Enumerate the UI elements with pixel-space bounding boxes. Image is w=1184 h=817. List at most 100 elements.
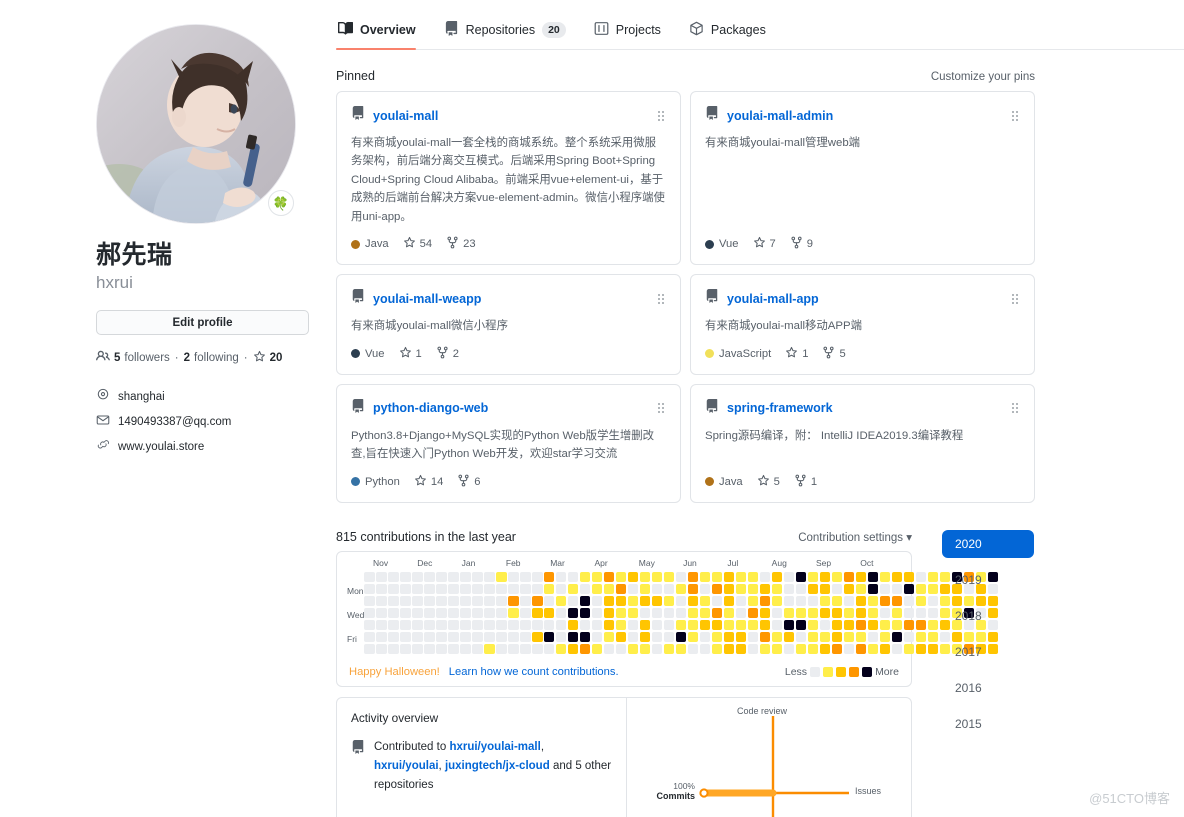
calendar-day-cell[interactable] bbox=[520, 607, 531, 619]
calendar-day-cell[interactable] bbox=[783, 619, 795, 631]
calendar-day-cell[interactable] bbox=[460, 643, 471, 655]
calendar-day-cell[interactable] bbox=[639, 583, 651, 595]
calendar-day-cell[interactable] bbox=[508, 607, 519, 619]
year-option-2016[interactable]: 2016 bbox=[942, 674, 1034, 702]
calendar-day-cell[interactable] bbox=[388, 607, 399, 619]
calendar-day-cell[interactable] bbox=[735, 631, 747, 643]
calendar-day-cell[interactable] bbox=[580, 619, 591, 631]
calendar-day-cell[interactable] bbox=[592, 583, 603, 595]
calendar-day-cell[interactable] bbox=[604, 595, 615, 607]
calendar-day-cell[interactable] bbox=[484, 571, 495, 583]
calendar-day-cell[interactable] bbox=[663, 643, 675, 655]
calendar-day-cell[interactable] bbox=[711, 631, 723, 643]
drag-handle-icon[interactable] bbox=[656, 109, 666, 123]
calendar-day-cell[interactable] bbox=[436, 643, 447, 655]
pinned-card[interactable]: spring-framework Spring源码编译，附： IntelliJ … bbox=[690, 383, 1035, 503]
calendar-day-cell[interactable] bbox=[843, 595, 855, 607]
pinned-card[interactable]: python-diango-web Python3.8+Django+MySQL… bbox=[336, 383, 681, 503]
repo-forks[interactable]: 9 bbox=[790, 236, 813, 252]
calendar-grid[interactable] bbox=[364, 571, 998, 658]
calendar-day-cell[interactable] bbox=[915, 619, 926, 631]
calendar-day-cell[interactable] bbox=[651, 643, 663, 655]
pinned-card[interactable]: youlai-mall 有来商城youlai-mall一套全栈的商城系统。整个系… bbox=[336, 91, 681, 266]
calendar-day-cell[interactable] bbox=[556, 643, 567, 655]
year-option-2015[interactable]: 2015 bbox=[942, 710, 1034, 738]
calendar-day-cell[interactable] bbox=[544, 619, 555, 631]
calendar-day-cell[interactable] bbox=[520, 583, 531, 595]
calendar-day-cell[interactable] bbox=[687, 631, 699, 643]
calendar-day-cell[interactable] bbox=[855, 571, 867, 583]
pinned-repo-name[interactable]: spring-framework bbox=[727, 401, 833, 415]
calendar-day-cell[interactable] bbox=[747, 631, 759, 643]
repo-forks[interactable]: 1 bbox=[794, 474, 817, 490]
calendar-day-cell[interactable] bbox=[412, 619, 423, 631]
calendar-day-cell[interactable] bbox=[604, 631, 615, 643]
calendar-day-cell[interactable] bbox=[520, 619, 531, 631]
calendar-day-cell[interactable] bbox=[927, 643, 938, 655]
calendar-day-cell[interactable] bbox=[627, 643, 639, 655]
calendar-day-cell[interactable] bbox=[927, 631, 938, 643]
calendar-day-cell[interactable] bbox=[735, 571, 747, 583]
calendar-day-cell[interactable] bbox=[460, 571, 471, 583]
calendar-day-cell[interactable] bbox=[400, 595, 411, 607]
calendar-day-cell[interactable] bbox=[903, 643, 915, 655]
tab-projects[interactable]: Projects bbox=[580, 21, 675, 49]
calendar-day-cell[interactable] bbox=[759, 595, 771, 607]
calendar-day-cell[interactable] bbox=[460, 583, 471, 595]
calendar-day-cell[interactable] bbox=[891, 583, 903, 595]
calendar-day-cell[interactable] bbox=[472, 607, 483, 619]
calendar-day-cell[interactable] bbox=[424, 583, 435, 595]
calendar-day-cell[interactable] bbox=[783, 595, 795, 607]
calendar-day-cell[interactable] bbox=[496, 583, 507, 595]
calendar-day-cell[interactable] bbox=[580, 643, 591, 655]
calendar-day-cell[interactable] bbox=[400, 571, 411, 583]
learn-contributions-link[interactable]: Learn how we count contributions. bbox=[449, 666, 619, 678]
calendar-day-cell[interactable] bbox=[783, 607, 795, 619]
activity-repo-link[interactable]: hxrui/youlai-mall bbox=[449, 741, 540, 753]
calendar-day-cell[interactable] bbox=[771, 583, 783, 595]
calendar-day-cell[interactable] bbox=[424, 619, 435, 631]
calendar-day-cell[interactable] bbox=[831, 619, 843, 631]
calendar-day-cell[interactable] bbox=[604, 583, 615, 595]
calendar-day-cell[interactable] bbox=[616, 619, 627, 631]
calendar-day-cell[interactable] bbox=[879, 607, 891, 619]
calendar-day-cell[interactable] bbox=[855, 595, 867, 607]
calendar-day-cell[interactable] bbox=[783, 583, 795, 595]
calendar-day-cell[interactable] bbox=[651, 631, 663, 643]
calendar-day-cell[interactable] bbox=[639, 595, 651, 607]
calendar-day-cell[interactable] bbox=[675, 619, 687, 631]
calendar-day-cell[interactable] bbox=[424, 643, 435, 655]
calendar-day-cell[interactable] bbox=[699, 583, 711, 595]
calendar-day-cell[interactable] bbox=[855, 607, 867, 619]
calendar-day-cell[interactable] bbox=[364, 583, 375, 595]
calendar-day-cell[interactable] bbox=[735, 595, 747, 607]
repo-forks[interactable]: 6 bbox=[457, 474, 481, 490]
calendar-day-cell[interactable] bbox=[616, 583, 627, 595]
calendar-day-cell[interactable] bbox=[915, 571, 926, 583]
calendar-day-cell[interactable] bbox=[592, 619, 603, 631]
calendar-day-cell[interactable] bbox=[843, 643, 855, 655]
calendar-day-cell[interactable] bbox=[831, 583, 843, 595]
calendar-day-cell[interactable] bbox=[927, 619, 938, 631]
calendar-day-cell[interactable] bbox=[568, 619, 579, 631]
calendar-day-cell[interactable] bbox=[843, 583, 855, 595]
calendar-day-cell[interactable] bbox=[556, 595, 567, 607]
calendar-day-cell[interactable] bbox=[711, 595, 723, 607]
calendar-day-cell[interactable] bbox=[699, 631, 711, 643]
calendar-day-cell[interactable] bbox=[364, 607, 375, 619]
calendar-day-cell[interactable] bbox=[747, 583, 759, 595]
calendar-day-cell[interactable] bbox=[556, 583, 567, 595]
calendar-day-cell[interactable] bbox=[532, 583, 543, 595]
calendar-day-cell[interactable] bbox=[807, 607, 819, 619]
calendar-day-cell[interactable] bbox=[472, 595, 483, 607]
calendar-day-cell[interactable] bbox=[448, 607, 459, 619]
calendar-day-cell[interactable] bbox=[460, 595, 471, 607]
calendar-day-cell[interactable] bbox=[424, 595, 435, 607]
calendar-day-cell[interactable] bbox=[819, 571, 831, 583]
pinned-repo-name[interactable]: youlai-mall bbox=[373, 109, 438, 123]
contribution-settings-button[interactable]: Contribution settings ▾ bbox=[798, 530, 912, 544]
calendar-day-cell[interactable] bbox=[484, 619, 495, 631]
calendar-day-cell[interactable] bbox=[376, 595, 387, 607]
calendar-day-cell[interactable] bbox=[891, 631, 903, 643]
calendar-day-cell[interactable] bbox=[903, 631, 915, 643]
